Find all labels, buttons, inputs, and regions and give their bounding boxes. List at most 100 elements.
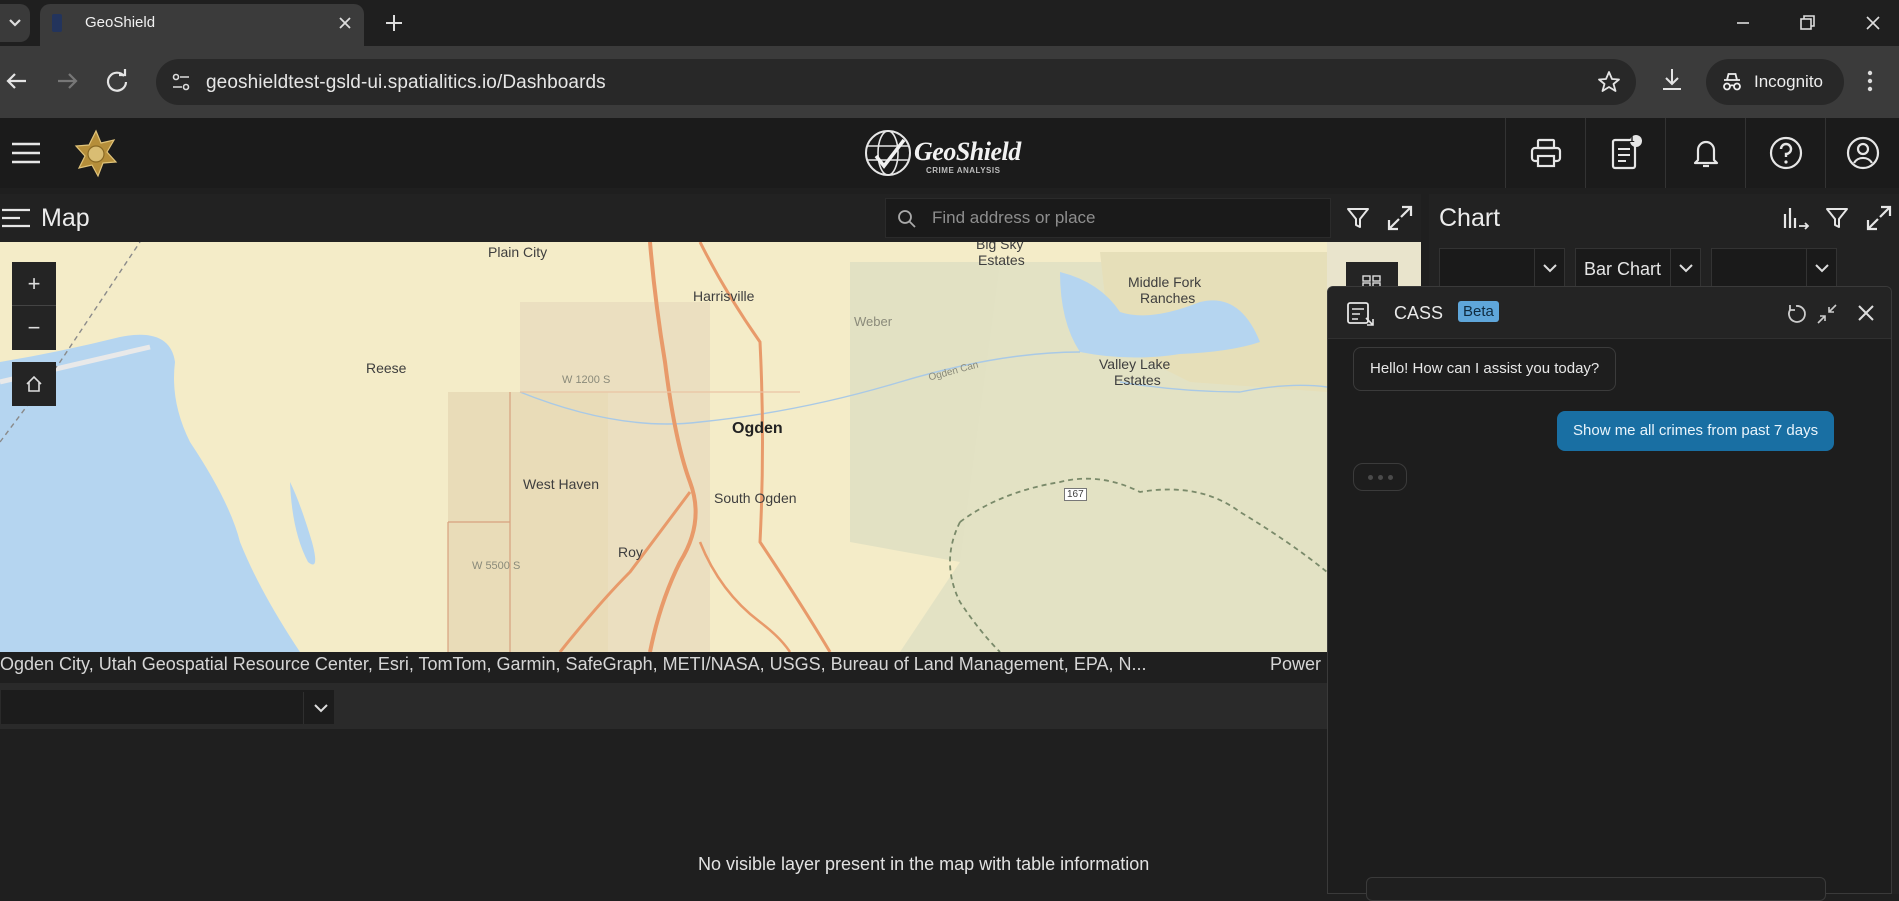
table-empty-message: No visible layer present in the map with… bbox=[698, 854, 1150, 874]
map-label-roy: Roy bbox=[618, 544, 643, 560]
reports-button[interactable]: 1 bbox=[1585, 118, 1665, 188]
tab-title: GeoShield bbox=[85, 14, 156, 31]
expand-icon[interactable] bbox=[1863, 202, 1895, 234]
minimize-arrows-icon[interactable] bbox=[1816, 303, 1838, 325]
hamburger-menu-icon[interactable] bbox=[8, 138, 44, 168]
more-vertical-icon[interactable] bbox=[1856, 66, 1884, 96]
layer-list-icon[interactable] bbox=[0, 206, 34, 230]
incognito-icon bbox=[1723, 73, 1741, 91]
browser-toolbar: geoshieldtest-gsld-ui.spatialitics.io/Da… bbox=[0, 46, 1899, 118]
chart-panel-title: Chart bbox=[1439, 204, 1501, 232]
map-label-valley-lake: Valley Lake bbox=[1099, 356, 1171, 372]
map-panel-title: Map bbox=[41, 204, 90, 232]
bell-icon bbox=[1693, 140, 1718, 168]
dropdown-toggle[interactable] bbox=[1806, 249, 1836, 287]
globe-shield-icon bbox=[865, 130, 911, 176]
close-icon[interactable] bbox=[1854, 301, 1878, 325]
printer-icon bbox=[1530, 138, 1561, 168]
restore-icon[interactable] bbox=[1794, 10, 1820, 36]
notification-count: 1 bbox=[1629, 134, 1635, 145]
sort-icon[interactable] bbox=[1779, 202, 1811, 234]
incognito-label: Incognito bbox=[1754, 72, 1823, 91]
help-circle-icon bbox=[1769, 136, 1802, 170]
favicon-icon bbox=[52, 14, 62, 32]
back-arrow-icon[interactable] bbox=[0, 64, 34, 98]
notifications-button[interactable] bbox=[1665, 118, 1745, 188]
chart-type-select[interactable]: Bar Chart bbox=[1575, 248, 1701, 288]
zoom-in-button[interactable]: + bbox=[12, 262, 56, 306]
chevron-down-icon bbox=[1542, 264, 1557, 273]
chat-input[interactable] bbox=[1366, 877, 1826, 901]
forward-arrow-icon[interactable] bbox=[50, 64, 84, 98]
chart-field-select[interactable] bbox=[1439, 248, 1565, 288]
incognito-indicator[interactable]: Incognito bbox=[1706, 59, 1844, 105]
map-view[interactable]: Plain City Big Sky Estates Middle Fork R… bbox=[0, 242, 1327, 652]
bookmark-star-icon[interactable] bbox=[1596, 69, 1622, 95]
map-label-big-sky: Big Sky bbox=[976, 242, 1024, 252]
table-toolbar bbox=[0, 683, 1421, 729]
layer-table-select[interactable] bbox=[0, 689, 335, 725]
dropdown-toggle[interactable] bbox=[303, 692, 337, 724]
download-icon[interactable] bbox=[1656, 64, 1688, 96]
basemap-graphic bbox=[0, 242, 1327, 652]
chart-group-select[interactable] bbox=[1711, 248, 1837, 288]
map-search-input[interactable] bbox=[932, 203, 1322, 233]
close-icon[interactable] bbox=[334, 12, 356, 34]
map-label-reese: Reese bbox=[366, 360, 407, 376]
minimize-icon[interactable] bbox=[1730, 10, 1756, 36]
clipboard-icon bbox=[1611, 135, 1642, 170]
cass-title: CASS bbox=[1394, 303, 1444, 323]
print-button[interactable] bbox=[1505, 118, 1585, 188]
browser-tab-strip: GeoShield bbox=[0, 0, 1899, 46]
app-header: GeoShield CRIME ANALYSIS 1 bbox=[0, 118, 1899, 188]
map-label-plain-city: Plain City bbox=[488, 244, 548, 260]
chevron-down-icon bbox=[9, 19, 21, 27]
typing-indicator bbox=[1353, 463, 1407, 491]
map-label-w1200s: W 1200 S bbox=[562, 374, 611, 386]
map-attribution: Ogden City, Utah Geospatial Resource Cen… bbox=[0, 652, 1421, 676]
highway-shield-167: 167 bbox=[1064, 488, 1087, 501]
chevron-down-icon bbox=[313, 704, 328, 713]
new-tab-icon[interactable] bbox=[382, 11, 406, 35]
home-icon bbox=[26, 375, 42, 392]
assistant-message: Hello! How can I assist you today? bbox=[1353, 347, 1617, 391]
dropdown-toggle[interactable] bbox=[1534, 249, 1564, 287]
map-label-weber: Weber bbox=[854, 314, 893, 329]
cass-chat-window: CASS Beta Hello! How can I assist you to… bbox=[1327, 286, 1892, 901]
map-label-big-sky-estates: Estates bbox=[978, 252, 1025, 268]
powered-by-text[interactable]: Power bbox=[1270, 654, 1321, 675]
map-label-west-haven: West Haven bbox=[523, 476, 599, 492]
table-content: No visible layer present in the map with… bbox=[0, 729, 1421, 894]
chart-type-value: Bar Chart bbox=[1584, 259, 1662, 279]
map-search-box[interactable] bbox=[885, 198, 1331, 238]
map-label-valley-lake-estates: Estates bbox=[1114, 372, 1161, 388]
geoshield-brand-logo: GeoShield CRIME ANALYSIS bbox=[862, 124, 1040, 182]
expand-icon[interactable] bbox=[1384, 202, 1416, 234]
filter-icon[interactable] bbox=[1344, 204, 1372, 232]
browser-tab[interactable]: GeoShield bbox=[40, 4, 364, 46]
filter-icon[interactable] bbox=[1823, 204, 1851, 232]
map-panel-header: Map bbox=[0, 194, 1421, 242]
chevron-down-icon bbox=[1678, 264, 1693, 273]
zoom-control: + − bbox=[12, 262, 56, 350]
dropdown-toggle[interactable] bbox=[1670, 249, 1700, 287]
site-settings-icon[interactable] bbox=[168, 69, 194, 95]
url-text[interactable]: geoshieldtest-gsld-ui.spatialitics.io/Da… bbox=[206, 72, 606, 94]
profile-button[interactable] bbox=[1825, 118, 1899, 188]
refresh-icon[interactable] bbox=[1784, 302, 1808, 326]
map-label-w5500s: W 5500 S bbox=[472, 560, 521, 572]
window-close-icon[interactable] bbox=[1860, 10, 1886, 36]
help-button[interactable] bbox=[1745, 118, 1825, 188]
user-account-icon bbox=[1846, 136, 1879, 170]
chat-document-icon bbox=[1347, 302, 1374, 326]
attribution-text: Ogden City, Utah Geospatial Resource Cen… bbox=[0, 654, 1147, 674]
home-extent-button[interactable] bbox=[12, 362, 56, 406]
brand-subtitle: CRIME ANALYSIS bbox=[926, 166, 1001, 175]
tab-search-button[interactable] bbox=[0, 4, 30, 42]
reload-icon[interactable] bbox=[100, 64, 134, 98]
search-icon bbox=[898, 210, 916, 228]
zoom-out-button[interactable]: − bbox=[12, 306, 56, 350]
cass-header: CASS Beta bbox=[1328, 287, 1891, 339]
address-bar[interactable]: geoshieldtest-gsld-ui.spatialitics.io/Da… bbox=[156, 59, 1636, 105]
user-message: Show me all crimes from past 7 days bbox=[1557, 411, 1835, 451]
